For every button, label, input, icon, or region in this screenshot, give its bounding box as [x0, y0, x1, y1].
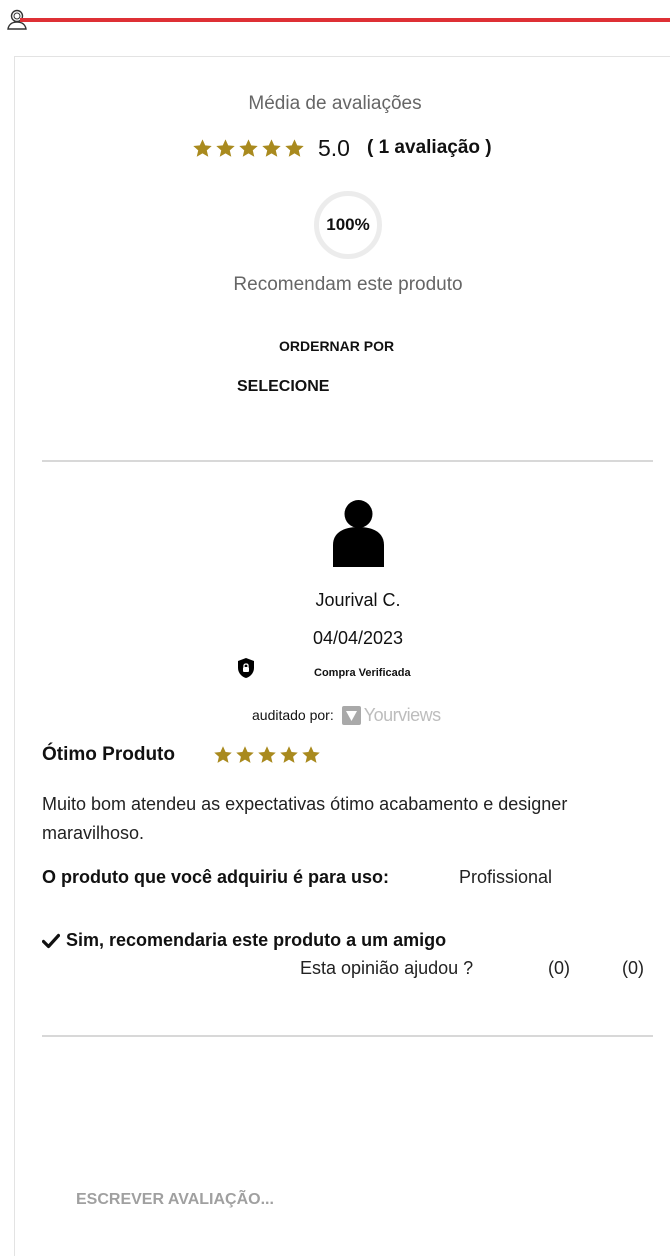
- star-icon: [214, 746, 232, 763]
- usage-question: O produto que você adquiriu é para uso:: [42, 867, 390, 887]
- yourviews-logo-icon: [341, 705, 361, 725]
- header-accent-line: [20, 18, 670, 22]
- divider: [42, 1035, 653, 1037]
- yourviews-brand: Yourviews: [363, 704, 441, 725]
- helpful-question: Esta opinião ajudou ?: [300, 958, 474, 978]
- verified-purchase: Compra Verificada: [237, 657, 437, 681]
- verified-purchase-label: Compra Verificada: [314, 667, 411, 679]
- review-star-rating: [213, 745, 321, 765]
- top-bar: [0, 0, 670, 40]
- yourviews-logo[interactable]: Yourviews: [341, 704, 441, 726]
- helpful-yes-button[interactable]: (0): [548, 958, 570, 979]
- review-author: Jourival C.: [315, 590, 401, 610]
- star-icon: [193, 138, 212, 157]
- write-review-button[interactable]: ESCREVER AVALIAÇÃO...: [76, 1191, 274, 1209]
- average-rating-title: Média de avaliações: [248, 93, 422, 114]
- review-title: Ótimo Produto: [42, 744, 175, 765]
- star-icon: [239, 138, 258, 157]
- helpful-no-button[interactable]: (0): [622, 958, 644, 979]
- sort-select[interactable]: SELECIONE: [237, 378, 329, 396]
- star-icon: [262, 138, 281, 157]
- review-body: Muito bom atendeu as expectativas ótimo …: [42, 794, 568, 843]
- audited-by-label: auditado por:: [252, 707, 334, 723]
- average-rating-row: 5.0 ( 1 avaliação ): [192, 133, 492, 163]
- user-silhouette-icon: [333, 500, 384, 567]
- star-icon: [280, 746, 298, 763]
- usage-row: O produto que você adquiriu é para uso: …: [42, 867, 552, 888]
- star-icon: [236, 746, 254, 763]
- average-star-rating: [192, 138, 305, 159]
- star-icon: [285, 138, 304, 157]
- divider: [42, 460, 653, 462]
- average-score: 5.0: [318, 134, 350, 161]
- star-icon: [216, 138, 235, 157]
- sort-label: ORDERNAR POR: [279, 338, 395, 354]
- shield-lock-icon: [238, 658, 254, 678]
- recommend-label: Recomendam este produto: [233, 274, 463, 295]
- recommendation-text: Sim, recomendaria este produto a um amig…: [66, 930, 447, 950]
- review-date: 04/04/2023: [312, 628, 404, 648]
- check-icon: [42, 933, 60, 948]
- star-icon: [302, 746, 320, 763]
- star-icon: [258, 746, 276, 763]
- recommendation-row: Sim, recomendaria este produto a um amig…: [42, 930, 446, 951]
- usage-answer: Profissional: [459, 867, 553, 887]
- recommend-percent-circle: 100%: [314, 191, 382, 259]
- review-count: ( 1 avaliação ): [366, 137, 492, 158]
- audited-by: auditado por: Yourviews: [252, 703, 441, 727]
- recommend-percent: 100%: [326, 215, 370, 234]
